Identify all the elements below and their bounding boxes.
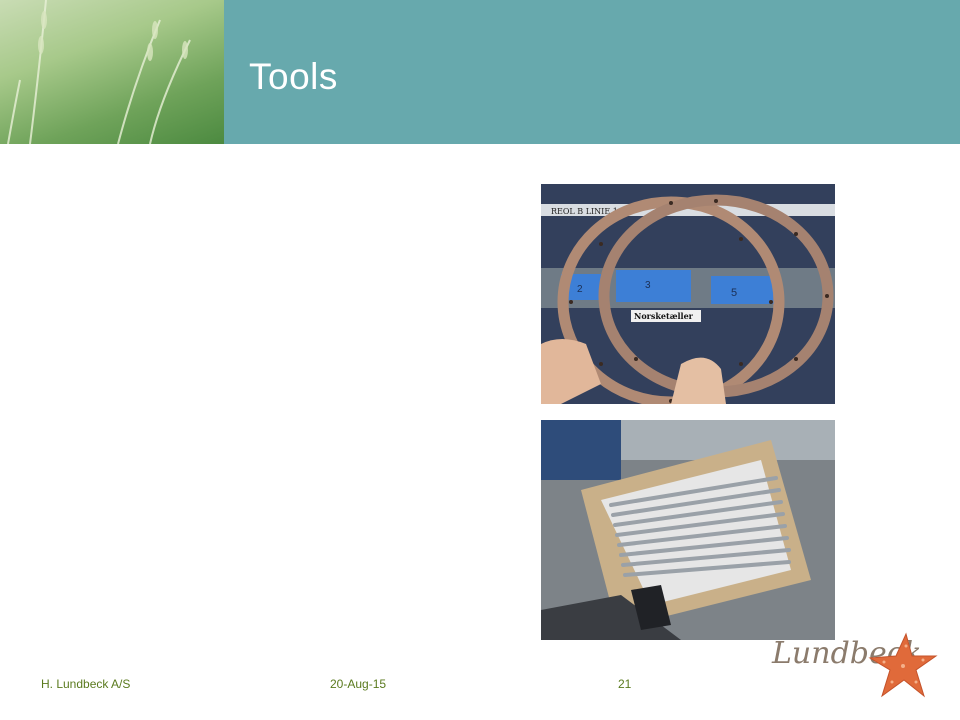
footer-date: 20-Aug-15 [330, 677, 387, 691]
footer-page-number: 21 [618, 677, 632, 691]
slide-title: Tools [249, 56, 338, 97]
grass-stems-graphic [7, 0, 191, 144]
bin-number-2: 2 [577, 284, 583, 295]
photo-steel-rods-box [541, 420, 835, 640]
grass-photo [0, 0, 224, 144]
bin-number-5: 5 [731, 287, 737, 299]
bin-number-3: 3 [645, 280, 651, 291]
shelf-tag: Norsketæller [634, 311, 694, 321]
starfish-logo-icon [868, 632, 938, 698]
footer-company: H. Lundbeck A/S [41, 677, 131, 691]
photo-perforated-rings: REOL B LINIE 1.5. 2 3 5 Norsketæller [541, 184, 835, 404]
